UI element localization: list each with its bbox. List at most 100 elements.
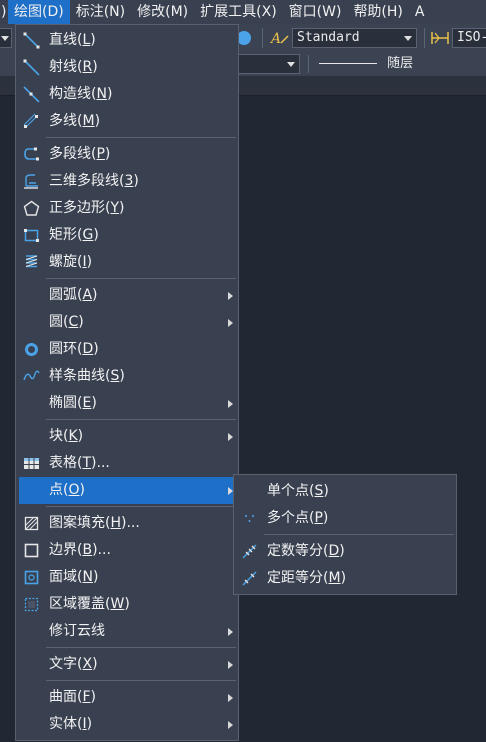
draw-menu-item-i[interactable]: 螺旋(I) <box>16 249 238 276</box>
spline-icon <box>23 368 40 385</box>
text-style-value: Standard <box>297 30 360 45</box>
menu-dimension[interactable]: 标注(N) <box>70 0 131 24</box>
draw-menu-item-x[interactable]: 文字(X) <box>16 651 238 678</box>
draw-menu-item-k[interactable]: 块(K) <box>16 423 238 450</box>
submenu-arrow-icon <box>228 319 233 327</box>
menu-item-label: 多段线(P) <box>49 146 111 162</box>
menu-item-label: 表格(T)... <box>49 455 110 471</box>
submenu-arrow-icon <box>228 661 233 669</box>
linetype-sample-icon <box>319 63 377 64</box>
draw-menu-item-o[interactable]: 点(O) <box>19 477 235 504</box>
menu-item-label: 边界(B)... <box>49 542 111 558</box>
draw-menu-item-c[interactable]: 圆(C) <box>16 309 238 336</box>
point-menu-item-d[interactable]: 定数等分(D) <box>234 538 456 565</box>
toolbar-separator <box>424 28 425 48</box>
menu-item-label: 直线(L) <box>49 32 96 48</box>
menu-item-label: 圆弧(A) <box>49 287 98 303</box>
menu-window[interactable]: 窗口(W) <box>283 0 348 24</box>
draw-menu-item-d[interactable]: 圆环(D) <box>16 336 238 363</box>
draw-menu-item-f[interactable]: 曲面(F) <box>16 684 238 711</box>
text-style-icon[interactable]: A <box>269 29 290 47</box>
menu-item-label: 射线(R) <box>49 59 98 75</box>
region-icon <box>23 569 40 586</box>
donut-icon <box>23 341 40 358</box>
menu-item-label: 螺旋(I) <box>49 254 93 270</box>
menu-item-label: 定距等分(M) <box>267 570 347 586</box>
menubar-lead: ) <box>1 4 7 20</box>
menu-more[interactable]: A <box>409 0 431 24</box>
3d-polyline-icon <box>23 173 40 190</box>
menu-item-label: 文字(X) <box>49 656 98 672</box>
menu-help[interactable]: 帮助(H) <box>347 0 408 24</box>
menu-separator <box>46 278 236 279</box>
point-menu-item-m[interactable]: 定距等分(M) <box>234 565 456 592</box>
menu-item-label: 块(K) <box>49 428 84 444</box>
point-submenu: 单个点(S) 多个点(P) 定数等分(D) 定距等分(M) <box>233 474 457 595</box>
menu-modify[interactable]: 修改(M) <box>131 0 194 24</box>
menu-item-label: 实体(I) <box>49 716 93 732</box>
point-menu-item-s[interactable]: 单个点(S) <box>234 478 456 505</box>
multiline-icon <box>23 113 40 130</box>
help-icon[interactable] <box>237 31 251 45</box>
ray-icon <box>23 59 40 76</box>
menu-item-label: 曲面(F) <box>49 689 96 705</box>
polyline-icon <box>23 146 40 163</box>
boundary-icon <box>23 542 40 559</box>
submenu-arrow-icon <box>228 400 233 408</box>
menu-item-label: 多线(M) <box>49 113 101 129</box>
submenu-arrow-icon <box>228 433 233 441</box>
draw-menu: 直线(L) 射线(R) 构造线(N) 多线(M) 多段线(P) 三维多段线(3) 正多边形(… <box>15 24 239 741</box>
layer-select[interactable] <box>238 54 300 74</box>
multiple-points-icon <box>241 510 258 527</box>
draw-menu-item-l[interactable]: 直线(L) <box>16 27 238 54</box>
line-icon <box>23 32 40 49</box>
draw-menu-item-p[interactable]: 多段线(P) <box>16 141 238 168</box>
menu-item-label: 三维多段线(3) <box>49 173 139 189</box>
menu-item-label: 单个点(S) <box>267 483 329 499</box>
menu-item-label: 圆(C) <box>49 314 84 330</box>
menu-item-label: 区域覆盖(W) <box>49 596 130 612</box>
draw-menu-item-e[interactable]: 椭圆(E) <box>16 390 238 417</box>
dim-style-icon[interactable] <box>430 29 450 47</box>
menu-express-tools[interactable]: 扩展工具(X) <box>194 0 283 24</box>
draw-menu-item-y[interactable]: 正多边形(Y) <box>16 195 238 222</box>
polygon-icon <box>23 200 40 217</box>
draw-menu-item-t[interactable]: 表格(T)... <box>16 450 238 477</box>
svg-text:A: A <box>270 31 281 47</box>
submenu-arrow-icon <box>228 694 233 702</box>
linetype-value: 随层 <box>387 56 414 71</box>
linetype-select[interactable]: 随层 <box>312 54 486 74</box>
draw-menu-item-g[interactable]: 矩形(G) <box>16 222 238 249</box>
draw-menu-item-3[interactable]: 三维多段线(3) <box>16 168 238 195</box>
text-style-select[interactable]: Standard <box>292 28 417 48</box>
menu-draw[interactable]: 绘图(D) <box>8 0 70 24</box>
submenu-arrow-icon <box>228 628 233 636</box>
menu-item-label: 面域(N) <box>49 569 99 585</box>
menu-separator <box>46 647 236 648</box>
draw-menu-item-cloud[interactable]: 修订云线 <box>16 618 238 645</box>
menu-separator <box>46 137 236 138</box>
construction-line-icon <box>23 86 40 103</box>
menu-separator <box>46 419 236 420</box>
draw-menu-item-h[interactable]: 图案填充(H)... <box>16 510 238 537</box>
divide-icon <box>241 543 258 560</box>
submenu-arrow-icon <box>228 721 233 729</box>
draw-menu-item-b[interactable]: 边界(B)... <box>16 537 238 564</box>
dim-style-select[interactable]: ISO- <box>452 28 486 48</box>
draw-menu-item-m[interactable]: 多线(M) <box>16 108 238 135</box>
draw-menu-item-n[interactable]: 构造线(N) <box>16 81 238 108</box>
draw-menu-item-s[interactable]: 样条曲线(S) <box>16 363 238 390</box>
draw-menu-item-r[interactable]: 射线(R) <box>16 54 238 81</box>
draw-menu-item-w[interactable]: 区域覆盖(W) <box>16 591 238 618</box>
menu-separator <box>46 506 236 507</box>
menu-item-label: 圆环(D) <box>49 341 99 357</box>
dim-style-value: ISO- <box>457 30 486 45</box>
draw-menu-item-n[interactable]: 面域(N) <box>16 564 238 591</box>
point-menu-item-p[interactable]: 多个点(P) <box>234 505 456 532</box>
menu-item-label: 样条曲线(S) <box>49 368 125 384</box>
left-clipped-combo[interactable] <box>0 28 12 48</box>
menu-item-label: 修订云线 <box>49 623 105 639</box>
draw-menu-item-i[interactable]: 实体(I) <box>16 711 238 738</box>
menu-item-label: 定数等分(D) <box>267 543 345 559</box>
draw-menu-item-a[interactable]: 圆弧(A) <box>16 282 238 309</box>
